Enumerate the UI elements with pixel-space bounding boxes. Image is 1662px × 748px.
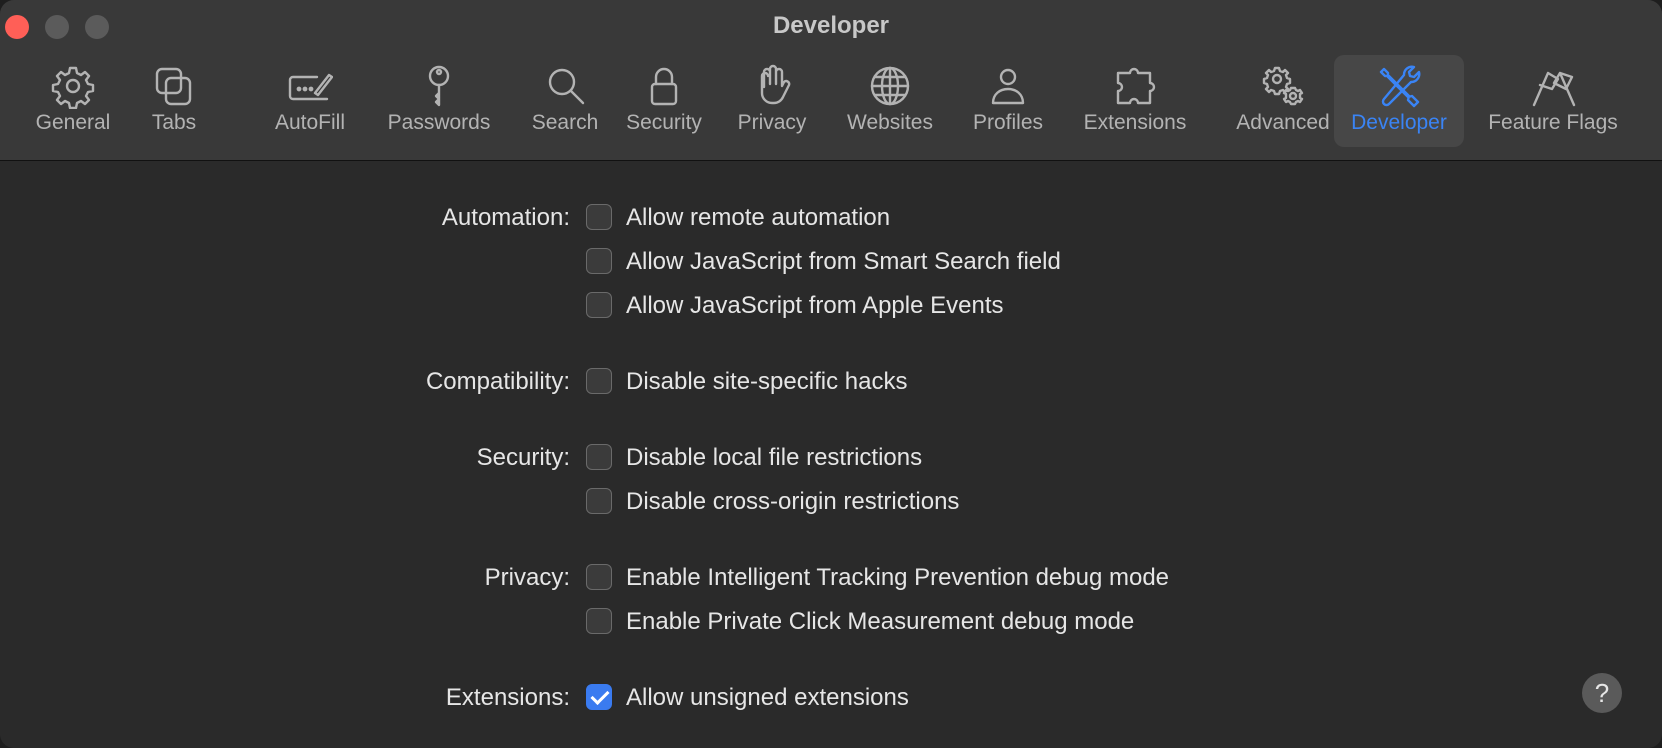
allow-js-smart-search-label[interactable]: Allow JavaScript from Smart Search field: [626, 248, 1061, 276]
automation-row-3: Allow JavaScript from Apple Events: [0, 290, 1662, 324]
tab-extensions[interactable]: Extensions: [1076, 55, 1194, 147]
itp-debug-mode-checkbox[interactable]: [586, 564, 612, 590]
pcm-debug-mode-label[interactable]: Enable Private Click Measurement debug m…: [626, 608, 1134, 636]
gear-icon: [51, 66, 95, 109]
automation-row-1: Automation: Allow remote automation: [0, 202, 1662, 236]
disable-local-file-restrictions-checkbox[interactable]: [586, 444, 612, 470]
security-row-2: Disable cross-origin restrictions: [0, 486, 1662, 520]
disable-cross-origin-restrictions-label[interactable]: Disable cross-origin restrictions: [626, 488, 959, 516]
tab-developer[interactable]: Developer: [1334, 55, 1464, 147]
flags-icon: [1532, 71, 1576, 107]
disable-local-file-restrictions-label[interactable]: Disable local file restrictions: [626, 444, 922, 472]
allow-js-apple-events-label[interactable]: Allow JavaScript from Apple Events: [626, 292, 1004, 320]
itp-debug-mode-label[interactable]: Enable Intelligent Tracking Prevention d…: [626, 564, 1169, 592]
titlebar: Developer General Tabs AutoFill Password…: [0, 0, 1662, 161]
allow-remote-automation-label[interactable]: Allow remote automation: [626, 204, 890, 232]
tab-security[interactable]: Security: [614, 55, 714, 147]
tab-privacy[interactable]: Privacy: [728, 55, 816, 147]
allow-js-smart-search-checkbox[interactable]: [586, 248, 612, 274]
automation-label: Automation:: [441, 204, 570, 231]
allow-js-apple-events-checkbox[interactable]: [586, 292, 612, 318]
allow-remote-automation-checkbox[interactable]: [586, 204, 612, 230]
privacy-row-2: Enable Private Click Measurement debug m…: [0, 606, 1662, 640]
compatibility-label: Compatibility:: [425, 368, 570, 395]
tabs-icon: [155, 67, 192, 106]
tab-autofill[interactable]: AutoFill: [256, 55, 364, 147]
lock-icon: [650, 67, 678, 106]
disable-site-hacks-checkbox[interactable]: [586, 368, 612, 394]
search-icon: [548, 68, 585, 105]
tab-passwords[interactable]: Passwords: [364, 55, 514, 147]
puzzle-icon: [1116, 67, 1156, 105]
wrench-screwdriver-icon: [1379, 65, 1421, 108]
tab-profiles[interactable]: Profiles: [966, 55, 1050, 147]
compatibility-row-1: Compatibility: Disable site-specific hac…: [0, 366, 1662, 400]
tab-general[interactable]: General: [18, 55, 128, 147]
allow-unsigned-extensions-label[interactable]: Allow unsigned extensions: [626, 684, 909, 712]
window-title: Developer: [772, 12, 890, 39]
automation-row-2: Allow JavaScript from Smart Search field: [0, 246, 1662, 280]
security-row-1: Security: Disable local file restriction…: [0, 442, 1662, 476]
disable-site-hacks-label[interactable]: Disable site-specific hacks: [626, 368, 907, 396]
help-button[interactable]: ?: [1582, 673, 1622, 713]
tab-feature-flags[interactable]: Feature Flags: [1478, 55, 1628, 147]
security-label: Security:: [476, 444, 570, 471]
tab-tabs[interactable]: Tabs: [140, 55, 208, 147]
disable-cross-origin-restrictions-checkbox[interactable]: [586, 488, 612, 514]
preferences-window: Developer General Tabs AutoFill Password…: [0, 0, 1662, 748]
hand-icon: [760, 64, 791, 105]
extensions-label: Extensions:: [445, 684, 570, 711]
gears-icon: [1262, 66, 1304, 106]
extensions-row-1: Extensions: Allow unsigned extensions: [0, 682, 1662, 716]
developer-settings-pane: Automation: Allow remote automation Allo…: [0, 161, 1662, 748]
pcm-debug-mode-checkbox[interactable]: [586, 608, 612, 634]
tab-search[interactable]: Search: [520, 55, 610, 147]
key-icon: [428, 65, 450, 107]
tab-websites[interactable]: Websites: [840, 55, 940, 147]
privacy-label: Privacy:: [484, 564, 570, 591]
allow-unsigned-extensions-checkbox[interactable]: [586, 684, 612, 710]
globe-icon: [870, 66, 910, 106]
privacy-row-1: Privacy: Enable Intelligent Tracking Pre…: [0, 562, 1662, 596]
person-icon: [991, 68, 1025, 105]
tab-advanced[interactable]: Advanced: [1218, 55, 1348, 147]
autofill-icon: [288, 73, 333, 101]
